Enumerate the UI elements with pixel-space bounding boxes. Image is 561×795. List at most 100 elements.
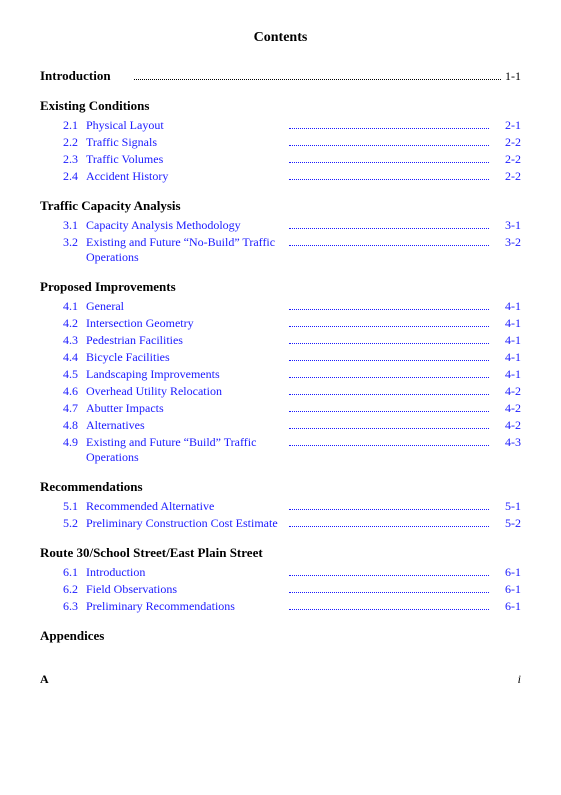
entry-number: 4.4 <box>40 350 78 365</box>
entry-dots <box>289 377 490 378</box>
entry-number: 4.5 <box>40 367 78 382</box>
section-heading: Proposed Improvements <box>40 279 521 295</box>
entry-dots <box>289 162 490 163</box>
appendices-heading: Appendices <box>40 628 521 644</box>
entry-page: 4-2 <box>493 384 521 399</box>
entry-dots <box>289 343 490 344</box>
entry-label: Existing and Future “Build” Traffic Oper… <box>86 435 287 465</box>
entry-dots <box>289 228 490 229</box>
entry-label: Recommended Alternative <box>86 499 287 514</box>
entry-dots <box>289 145 490 146</box>
entry-number: 3.1 <box>40 218 78 233</box>
entry-page: 6-1 <box>493 599 521 614</box>
section-heading: Traffic Capacity Analysis <box>40 198 521 214</box>
toc-entry: 4.6 Overhead Utility Relocation 4-2 <box>40 384 521 399</box>
entry-label: Preliminary Recommendations <box>86 599 287 614</box>
entry-page: 4-1 <box>493 333 521 348</box>
section-heading: Existing Conditions <box>40 98 521 114</box>
entry-dots <box>289 509 490 510</box>
toc-entry: 4.5 Landscaping Improvements 4-1 <box>40 367 521 382</box>
toc-entry: 6.3 Preliminary Recommendations 6-1 <box>40 599 521 614</box>
entry-number: 2.4 <box>40 169 78 184</box>
entry-number: 2.2 <box>40 135 78 150</box>
entry-dots <box>289 394 490 395</box>
toc-entry: 2.1Physical Layout2-1 <box>40 118 521 133</box>
entry-page: 4-1 <box>493 350 521 365</box>
toc-entry: 5.2Preliminary Construction Cost Estimat… <box>40 516 521 531</box>
entry-label: Landscaping Improvements <box>86 367 287 382</box>
intro-label: Introduction <box>40 68 130 84</box>
entry-page: 2-2 <box>493 152 521 167</box>
entry-label: Intersection Geometry <box>86 316 287 331</box>
entry-dots <box>289 179 490 180</box>
entry-number: 4.3 <box>40 333 78 348</box>
entry-label: Traffic Volumes <box>86 152 287 167</box>
entry-number: 6.3 <box>40 599 78 614</box>
intro-dots <box>134 79 501 80</box>
entry-label: Overhead Utility Relocation <box>86 384 287 399</box>
toc-entry: 4.7 Abutter Impacts 4-2 <box>40 401 521 416</box>
footer-right: i <box>518 672 521 687</box>
appendices-section: Appendices <box>40 628 521 644</box>
entry-number: 4.7 <box>40 401 78 416</box>
footer-left: A <box>40 672 49 687</box>
entry-label: Physical Layout <box>86 118 287 133</box>
entry-number: 4.8 <box>40 418 78 433</box>
toc-sections: Existing Conditions2.1Physical Layout2-1… <box>40 98 521 614</box>
entry-label: Traffic Signals <box>86 135 287 150</box>
entry-dots <box>289 411 490 412</box>
toc-entry: 4.8 Alternatives 4-2 <box>40 418 521 433</box>
entry-number: 5.1 <box>40 499 78 514</box>
entry-label: Capacity Analysis Methodology <box>86 218 287 233</box>
entry-number: 4.9 <box>40 435 78 450</box>
toc-entry: 4.3 Pedestrian Facilities 4-1 <box>40 333 521 348</box>
entry-page: 4-2 <box>493 401 521 416</box>
entry-label: Alternatives <box>86 418 287 433</box>
entry-label: Bicycle Facilities <box>86 350 287 365</box>
toc-entry: 4.9 Existing and Future “Build” Traffic O… <box>40 435 521 465</box>
entry-page: 4-1 <box>493 316 521 331</box>
entry-page: 5-1 <box>493 499 521 514</box>
section-heading: Route 30/School Street/East Plain Street <box>40 545 521 561</box>
footer: A i <box>40 672 521 687</box>
entry-dots <box>289 360 490 361</box>
entry-dots <box>289 575 490 576</box>
entry-dots <box>289 428 490 429</box>
entry-label: General <box>86 299 287 314</box>
toc-entry: 4.2Intersection Geometry4-1 <box>40 316 521 331</box>
entry-label: Introduction <box>86 565 287 580</box>
page-title: Contents <box>40 30 521 46</box>
entry-number: 2.3 <box>40 152 78 167</box>
entry-page: 4-1 <box>493 367 521 382</box>
entry-number: 4.1 <box>40 299 78 314</box>
entry-dots <box>289 609 490 610</box>
entry-number: 6.2 <box>40 582 78 597</box>
entry-number: 3.2 <box>40 235 78 250</box>
intro-entry: Introduction 1-1 <box>40 68 521 84</box>
entry-page: 3-2 <box>493 235 521 250</box>
entry-number: 6.1 <box>40 565 78 580</box>
entry-number: 4.6 <box>40 384 78 399</box>
entry-page: 4-2 <box>493 418 521 433</box>
entry-page: 2-2 <box>493 169 521 184</box>
toc-entry: 3.1Capacity Analysis Methodology3-1 <box>40 218 521 233</box>
toc-entry: 2.4 Accident History 2-2 <box>40 169 521 184</box>
entry-label: Existing and Future “No-Build” Traffic O… <box>86 235 287 265</box>
entry-label: Abutter Impacts <box>86 401 287 416</box>
section-heading: Recommendations <box>40 479 521 495</box>
entry-number: 2.1 <box>40 118 78 133</box>
toc-entry: 4.4 Bicycle Facilities 4-1 <box>40 350 521 365</box>
toc-entry: 2.2 Traffic Signals 2-2 <box>40 135 521 150</box>
entry-page: 2-2 <box>493 135 521 150</box>
entry-dots <box>289 526 490 527</box>
toc-entry: 5.1 Recommended Alternative 5-1 <box>40 499 521 514</box>
entry-label: Pedestrian Facilities <box>86 333 287 348</box>
entry-dots <box>289 326 490 327</box>
entry-label: Accident History <box>86 169 287 184</box>
entry-label: Field Observations <box>86 582 287 597</box>
entry-page: 4-3 <box>493 435 521 450</box>
toc-entry: 6.1 Introduction 6-1 <box>40 565 521 580</box>
entry-page: 6-1 <box>493 565 521 580</box>
toc-entry: 3.2 Existing and Future “No-Build” Traffi… <box>40 235 521 265</box>
entry-dots <box>289 245 490 246</box>
